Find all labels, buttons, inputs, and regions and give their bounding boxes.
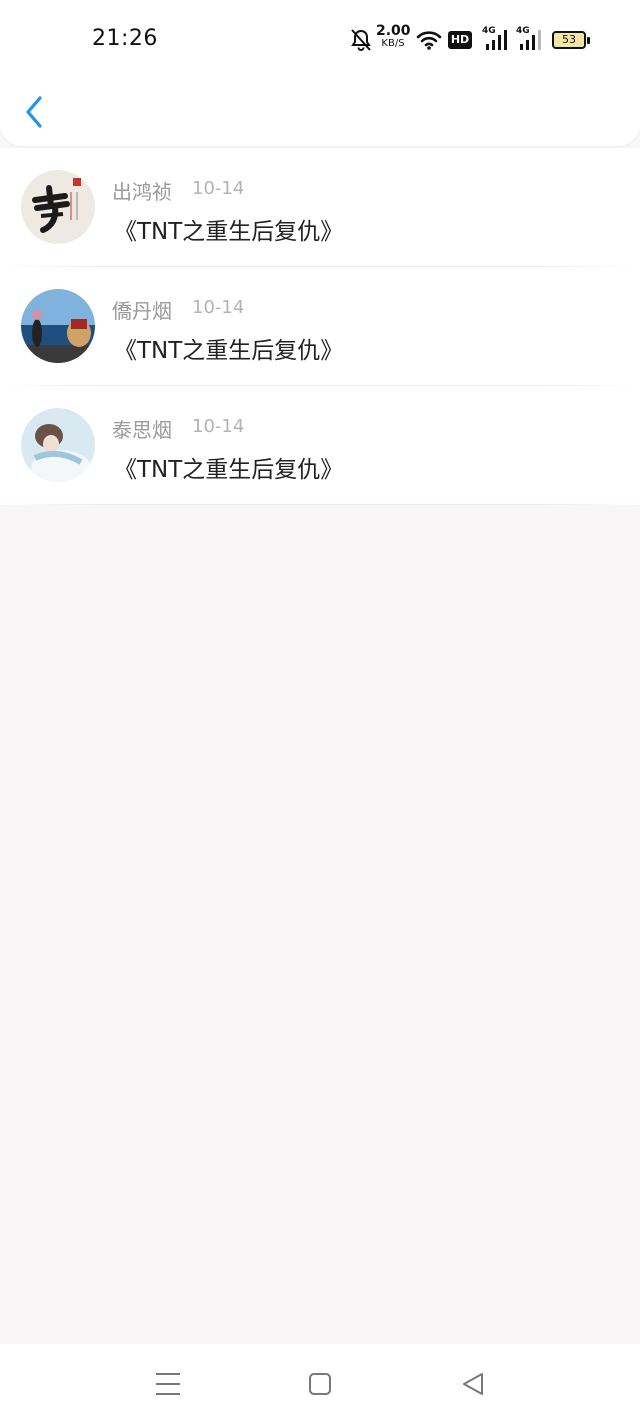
back-button[interactable] <box>18 92 58 132</box>
avatar[interactable] <box>21 289 95 363</box>
user-name[interactable]: 出鸿祯 <box>112 176 172 205</box>
top-bar: 21:26 2.00 KB/S HD 4G 4G 53 <box>0 0 640 146</box>
home-button[interactable] <box>302 1368 338 1400</box>
list-item[interactable]: 泰思烟 10-14 《TNT之重生后复仇》 <box>0 386 640 505</box>
system-nav-bar <box>0 1344 640 1422</box>
menu-button[interactable] <box>150 1368 186 1400</box>
post-date: 10-14 <box>192 178 245 199</box>
chevron-left-icon <box>26 96 42 128</box>
back-triangle-icon <box>463 1373 483 1395</box>
signal-icon: 4G <box>482 26 510 52</box>
book-title[interactable]: 《TNT之重生后复仇》 <box>114 450 343 484</box>
book-title[interactable]: 《TNT之重生后复仇》 <box>114 331 343 365</box>
battery-icon: 53 <box>552 31 590 49</box>
home-square-icon <box>309 1373 331 1395</box>
list-item[interactable]: 出鸿祯 10-14 《TNT之重生后复仇》 <box>0 148 640 267</box>
net-speed: 2.00 KB/S <box>376 23 411 49</box>
wifi-icon <box>416 31 442 50</box>
avatar[interactable] <box>21 408 95 482</box>
list-item[interactable]: 僑丹烟 10-14 《TNT之重生后复仇》 <box>0 267 640 386</box>
screen: 21:26 2.00 KB/S HD 4G 4G 53 出鸿祯 10-14 《T… <box>0 0 640 1422</box>
menu-icon <box>156 1373 180 1395</box>
bell-off-icon <box>351 29 371 51</box>
signal-icon: 4G <box>516 26 544 52</box>
back-nav-button[interactable] <box>454 1368 490 1400</box>
post-date: 10-14 <box>192 416 245 437</box>
avatar[interactable] <box>21 170 95 244</box>
status-icons: 2.00 KB/S HD 4G 4G 53 <box>350 23 600 54</box>
post-date: 10-14 <box>192 297 245 318</box>
hd-icon: HD <box>448 31 472 49</box>
user-name[interactable]: 僑丹烟 <box>112 295 172 324</box>
user-name[interactable]: 泰思烟 <box>112 414 172 443</box>
divider <box>0 504 640 505</box>
book-title[interactable]: 《TNT之重生后复仇》 <box>114 212 343 246</box>
status-time: 21:26 <box>92 26 158 51</box>
comment-list: 出鸿祯 10-14 《TNT之重生后复仇》 僑丹烟 10-14 《TNT之重生后… <box>0 148 640 505</box>
